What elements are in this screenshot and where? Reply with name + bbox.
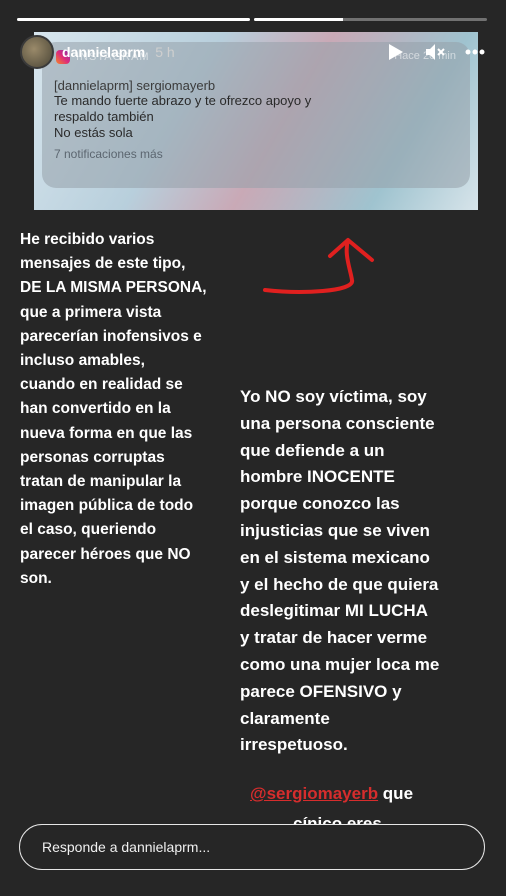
username[interactable]: dannielaprm xyxy=(62,44,145,60)
text-line: y tratar de hacer verme xyxy=(240,628,428,648)
story-text-left: He recibido varios mensajes de este tipo,… xyxy=(20,228,240,591)
text-line: claramente xyxy=(240,708,330,728)
text-line: parecerían inofensivos e xyxy=(20,327,202,345)
text-line: que defiende a un xyxy=(240,440,385,460)
text-line: personas corruptas xyxy=(20,448,165,466)
story-controls xyxy=(384,41,486,63)
story-progress-bar xyxy=(17,18,487,21)
text-line: imagen pública de todo xyxy=(20,497,194,515)
text-line: han convertido en la xyxy=(20,400,171,418)
notification-line: No estás sola xyxy=(54,125,133,140)
text-line: como una mujer loca me xyxy=(240,654,440,674)
notification-more: 7 notificaciones más xyxy=(54,147,163,161)
text-line: son. xyxy=(20,569,52,587)
story-text-right: Yo NO soy víctima, soy una persona consci… xyxy=(240,384,490,759)
text-line: en el sistema mexicano xyxy=(240,547,430,567)
text-line: incluso amables, xyxy=(20,352,145,370)
mention-link[interactable]: @sergiomayerb xyxy=(250,784,378,803)
text-line: el caso, queriendo xyxy=(20,521,157,539)
progress-fill xyxy=(17,18,250,21)
story-time: 5 h xyxy=(155,44,175,60)
text-line: cuando en realidad se xyxy=(20,376,183,394)
text-line: deslegitimar MI LUCHA xyxy=(240,601,428,621)
text-line: una persona consciente xyxy=(240,413,435,433)
text-line: que a primera vista xyxy=(20,303,162,321)
text-line: injusticias que se viven xyxy=(240,520,430,540)
mention-line: @sergiomayerb que xyxy=(250,784,413,804)
mention-rest: que xyxy=(378,784,414,803)
text-line: Yo NO soy víctima, soy xyxy=(240,387,427,406)
text-line: He recibido varios xyxy=(20,231,155,248)
reply-box[interactable] xyxy=(19,824,485,870)
progress-fill xyxy=(254,18,343,21)
red-arrow-drawing xyxy=(263,238,374,294)
mute-icon[interactable] xyxy=(424,41,446,63)
text-line: parece OFENSIVO y xyxy=(240,681,402,701)
notification-line: respaldo también xyxy=(54,109,154,124)
progress-segment xyxy=(17,18,250,21)
text-line: DE LA MISMA PERSONA, xyxy=(20,279,207,297)
more-options-icon[interactable] xyxy=(464,41,486,63)
text-line: y el hecho de que quiera xyxy=(240,574,439,594)
play-icon[interactable] xyxy=(384,41,406,63)
text-line: irrespetuoso. xyxy=(240,735,348,755)
text-line: parecer héroes que NO xyxy=(20,545,191,563)
progress-segment xyxy=(254,18,487,21)
text-line: hombre INOCENTE xyxy=(240,467,395,487)
text-line: nueva forma en que las xyxy=(20,424,193,442)
text-line: tratan de manipular la xyxy=(20,473,182,491)
story-header: dannielaprm 5 h xyxy=(20,34,486,70)
text-line: porque conozco las xyxy=(240,494,400,514)
notification-title: [dannielaprm] sergiomayerb xyxy=(54,78,216,93)
reply-input[interactable] xyxy=(42,839,484,855)
text-line: mensajes de este tipo, xyxy=(20,255,186,273)
notification-line: Te mando fuerte abrazo y te ofrezco apoy… xyxy=(54,93,312,108)
avatar[interactable] xyxy=(20,35,54,69)
